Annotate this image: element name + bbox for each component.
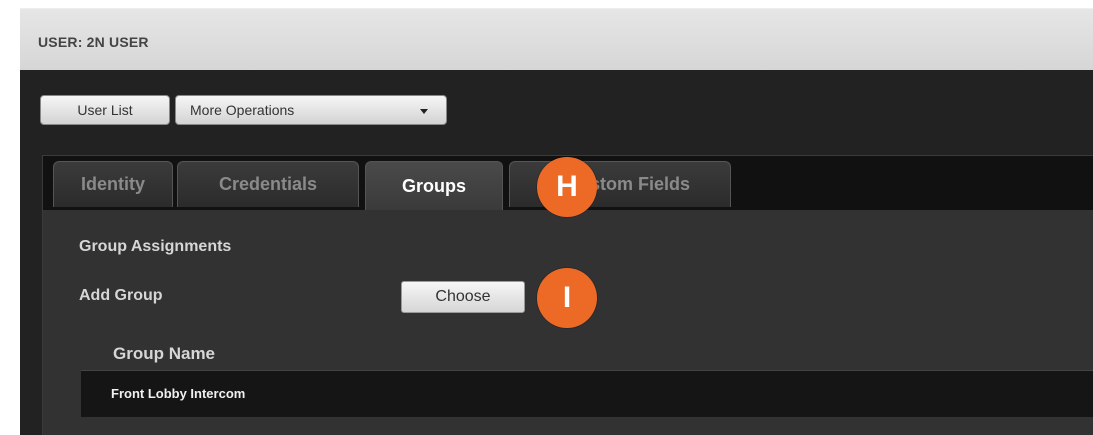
tab-label: Groups	[401, 176, 466, 196]
title-bar: USER: 2N USER	[20, 8, 1093, 70]
tab-credentials[interactable]: Credentials	[177, 161, 359, 207]
tab-label: stom Fields	[589, 174, 691, 194]
group-assignments-heading: Group Assignments	[79, 238, 232, 255]
tab-label: Credentials	[218, 174, 318, 194]
callout-marker-i: I	[537, 268, 597, 328]
user-panel: User List More Operations Identity Crede…	[20, 70, 1093, 435]
tab-groups[interactable]: Groups	[365, 161, 503, 211]
callout-label: H	[556, 170, 578, 203]
tab-identity[interactable]: Identity	[53, 161, 173, 207]
page-title: USER: 2N USER	[38, 34, 149, 50]
callout-label: I	[562, 281, 572, 314]
callout-marker-h: H	[537, 157, 597, 217]
more-operations-label: More Operations	[190, 102, 295, 118]
group-name-column-header: Group Name	[113, 344, 216, 363]
app-window: USER: 2N USER User List More Operations …	[0, 0, 1093, 435]
group-name-cell: Front Lobby Intercom	[111, 386, 246, 401]
user-list-label: User List	[77, 102, 133, 118]
more-operations-dropdown[interactable]: More Operations	[175, 95, 447, 125]
chevron-down-icon	[420, 109, 428, 114]
table-row[interactable]: Front Lobby Intercom	[81, 370, 1093, 417]
choose-group-button[interactable]: Choose	[401, 281, 525, 313]
user-list-button[interactable]: User List	[40, 95, 170, 125]
tab-label: Identity	[80, 174, 145, 194]
add-group-label: Add Group	[79, 287, 163, 304]
choose-button-label: Choose	[435, 288, 491, 305]
